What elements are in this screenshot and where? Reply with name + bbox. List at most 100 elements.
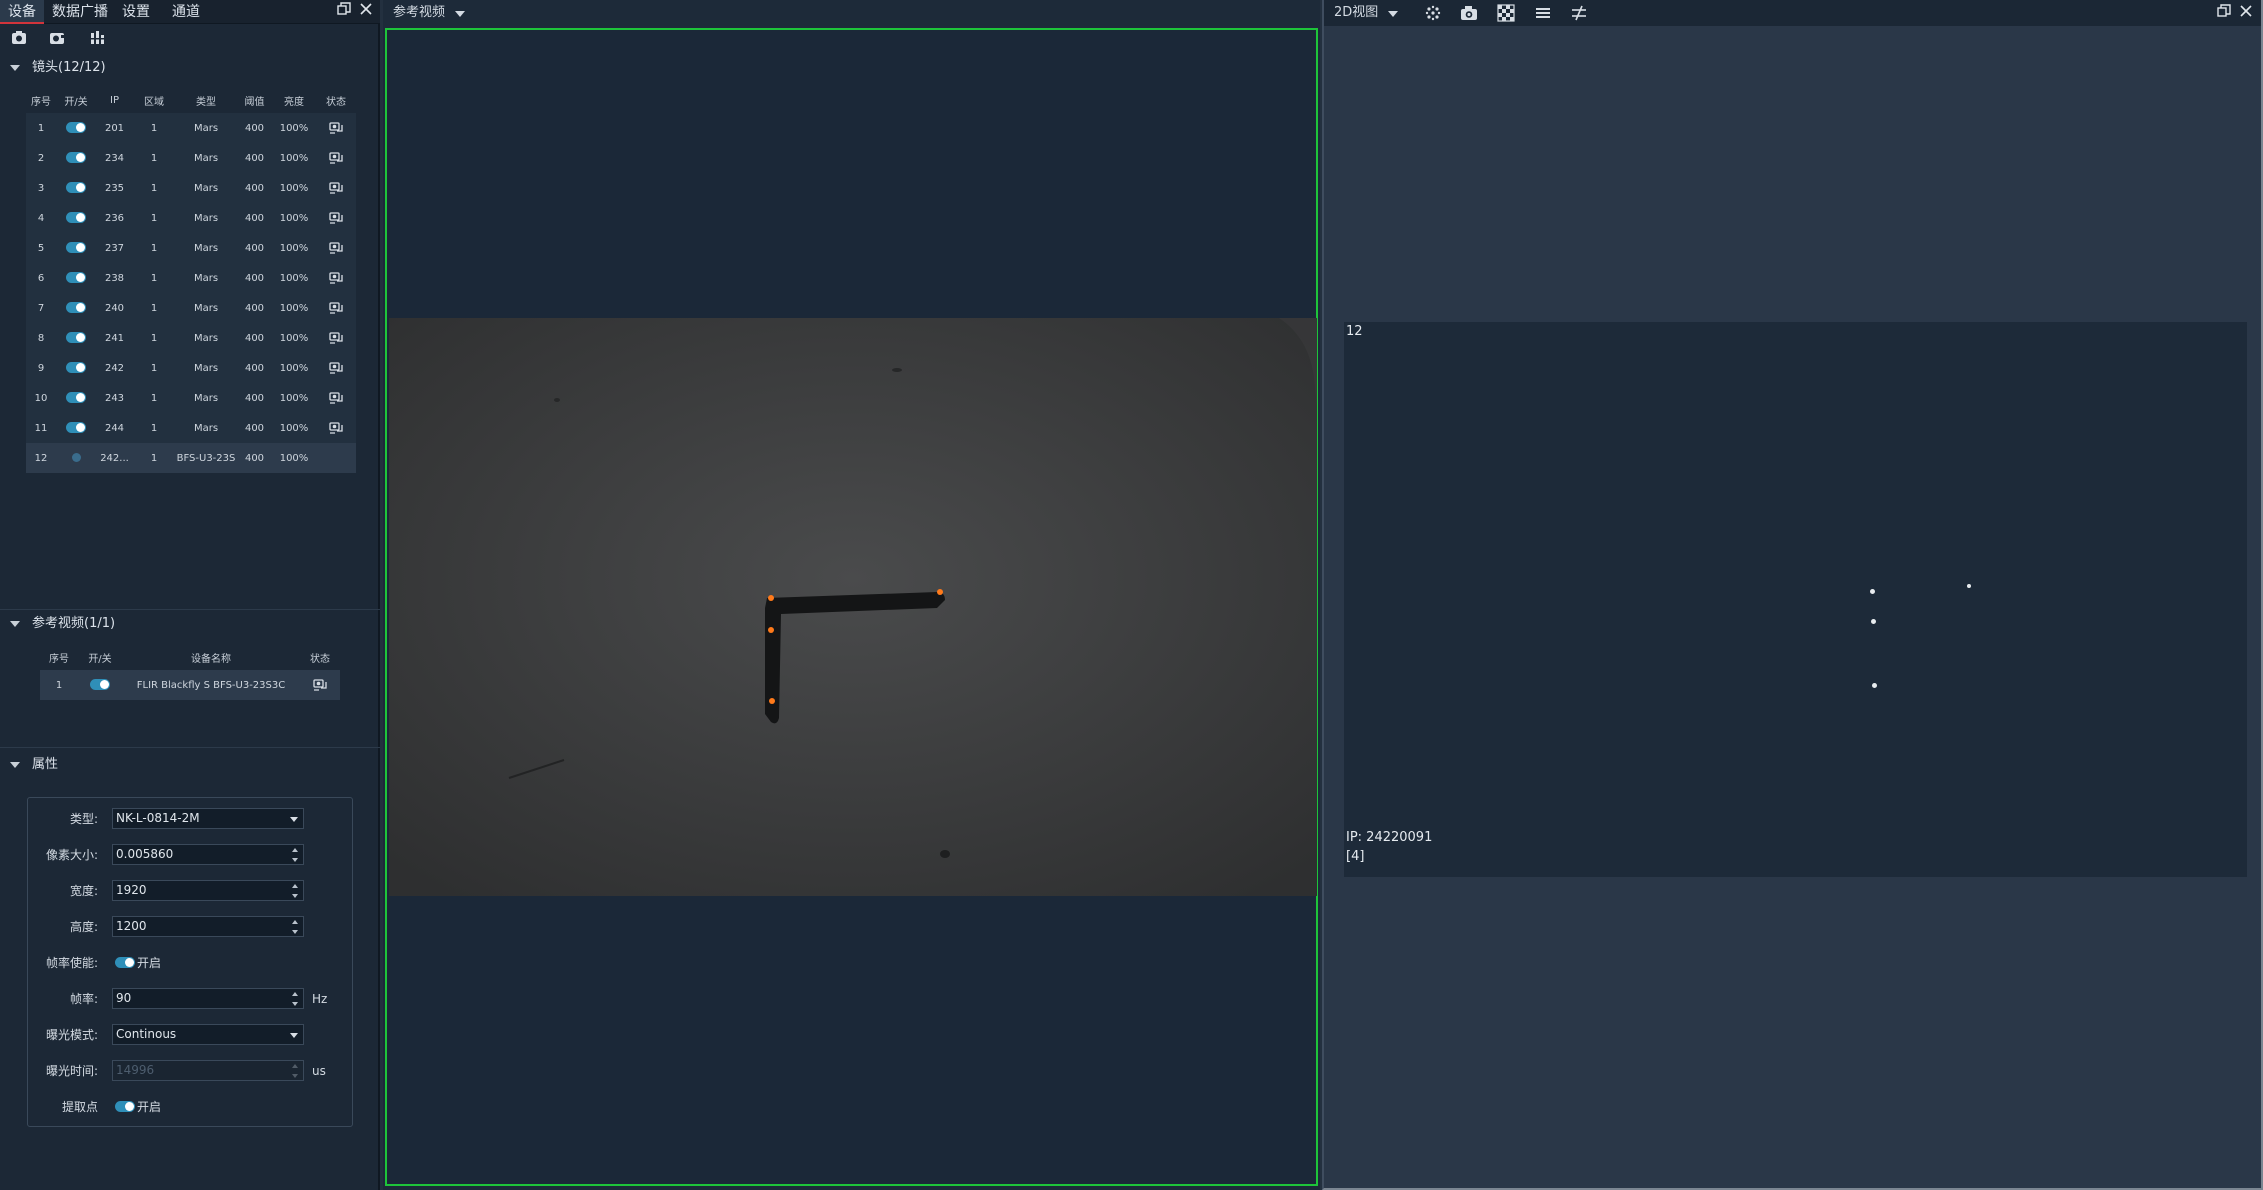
close-icon[interactable] (357, 2, 375, 20)
pixel-size-spinbox[interactable]: 0.005860 (112, 844, 304, 865)
onoff-toggle[interactable] (66, 422, 86, 434)
extract-points-toggle[interactable] (115, 1101, 135, 1112)
tab-settings[interactable]: 设置 (116, 0, 156, 24)
table-row[interactable]: 10 243 1 Mars 400 100% (26, 383, 356, 413)
spin-arrows-icon[interactable] (292, 991, 300, 1007)
connected-icon (328, 241, 344, 255)
spin-arrows-icon[interactable] (292, 883, 300, 899)
onoff-toggle[interactable] (66, 182, 86, 194)
width-spinbox[interactable]: 1920 (112, 880, 304, 901)
exposure-mode-select[interactable]: Continous (112, 1024, 304, 1045)
prop-type-label: 类型: (69, 812, 98, 826)
connected-icon (328, 181, 344, 195)
video-viewport[interactable] (385, 28, 1318, 1186)
onoff-toggle[interactable] (66, 362, 86, 374)
row-threshold: 400 (244, 152, 265, 164)
table-row[interactable]: 1 201 1 Mars 400 100% (26, 113, 356, 143)
row-type: Mars (193, 332, 219, 344)
table-row[interactable]: 9 242 1 Mars 400 100% (26, 353, 356, 383)
lens-type-select[interactable]: NK-L-0814-2M (112, 808, 304, 829)
row-ip: 244 (104, 422, 125, 434)
row-ip: 201 (104, 122, 125, 134)
table-row[interactable]: 5 237 1 Mars 400 100% (26, 233, 356, 263)
grid-checker-icon[interactable] (1497, 4, 1517, 22)
table-row[interactable]: 11 244 1 Mars 400 100% (26, 413, 356, 443)
prop-width-row: 宽度: 1920 (0, 880, 360, 902)
onoff-toggle[interactable] (90, 679, 110, 691)
view-id-label: 12 (1346, 324, 1363, 339)
row-threshold: 400 (244, 212, 265, 224)
row-brightness: 100% (279, 212, 309, 224)
table-row[interactable]: 2 234 1 Mars 400 100% (26, 143, 356, 173)
detected-point (1870, 589, 1875, 594)
row-threshold: 400 (244, 182, 265, 194)
row-status (316, 233, 356, 263)
table-row[interactable]: 8 241 1 Mars 400 100% (26, 323, 356, 353)
tab-data-broadcast[interactable]: 数据广播 (48, 0, 112, 24)
video-source-dropdown[interactable]: 参考视频 (393, 0, 445, 26)
prop-exposure-mode-row: 曝光模式: Continous (0, 1024, 360, 1046)
height-spinbox[interactable]: 1200 (112, 916, 304, 937)
row-no: 9 (37, 362, 45, 374)
row-ip: 241 (104, 332, 125, 344)
prop-exposure-mode-label: 曝光模式: (45, 1028, 98, 1042)
row-threshold: 400 (244, 272, 265, 284)
center-header: 参考视频 (383, 0, 1320, 26)
scatter-points-icon[interactable] (1424, 4, 1444, 22)
restore-icon[interactable] (2217, 4, 2231, 22)
prop-height-label: 高度: (69, 920, 98, 934)
table-row[interactable]: 7 240 1 Mars 400 100% (26, 293, 356, 323)
table-row[interactable]: 1 FLIR Blackfly S BFS-U3-23S3C (40, 670, 340, 700)
onoff-toggle[interactable] (66, 302, 86, 314)
onoff-toggle[interactable] (66, 272, 86, 284)
camera-2d-view[interactable]: 12 IP: 24220091 [4] (1344, 322, 2247, 877)
connected-icon (328, 121, 344, 135)
row-onoff (56, 443, 96, 473)
onoff-toggle[interactable] (66, 242, 86, 254)
row-type: Mars (193, 362, 219, 374)
row-ip: 243 (104, 392, 125, 404)
row-onoff (56, 233, 96, 263)
close-icon[interactable] (2239, 4, 2253, 22)
snapshot-camera-icon[interactable] (1460, 4, 1480, 22)
ref-video-section-header[interactable]: 参考视频(1/1) (0, 612, 380, 636)
onoff-toggle[interactable] (66, 332, 86, 344)
onoff-toggle[interactable] (66, 122, 86, 134)
detected-point (1871, 619, 1876, 624)
onoff-toggle[interactable] (66, 152, 86, 164)
chevron-down-icon[interactable] (1388, 11, 1398, 17)
spin-arrows-icon[interactable] (292, 847, 300, 863)
row-type: Mars (193, 302, 219, 314)
prop-fps-label: 帧率: (69, 992, 98, 1006)
table-row[interactable]: 3 235 1 Mars 400 100% (26, 173, 356, 203)
onoff-toggle[interactable] (66, 392, 86, 404)
onoff-toggle[interactable] (66, 212, 86, 224)
row-zone: 1 (150, 122, 158, 134)
row-onoff (56, 143, 96, 173)
menu-lines-icon[interactable] (1534, 4, 1554, 22)
onoff-indicator[interactable] (71, 453, 81, 462)
camera-icon[interactable] (10, 30, 30, 48)
table-row[interactable]: 6 238 1 Mars 400 100% (26, 263, 356, 293)
bars-icon[interactable] (88, 30, 108, 48)
fps-enable-toggle[interactable] (115, 957, 135, 968)
spin-arrows-icon[interactable] (292, 919, 300, 935)
tab-channel[interactable]: 通道 (166, 0, 206, 24)
restore-icon[interactable] (335, 2, 353, 20)
chevron-down-icon[interactable] (455, 11, 465, 17)
view-mode-dropdown[interactable]: 2D视图 (1334, 0, 1378, 26)
video-camera-icon[interactable] (48, 30, 68, 48)
table-row[interactable]: 12 242... 1 BFS-U3-23S 400 100% (26, 443, 356, 473)
row-status (316, 293, 356, 323)
properties-section-header[interactable]: 属性 (0, 753, 380, 777)
tab-devices[interactable]: 设备 (0, 0, 44, 24)
col-status: 状态 (326, 96, 346, 108)
fps-spinbox[interactable]: 90 (112, 988, 304, 1009)
cameras-section-header[interactable]: 镜头(12/12) (0, 56, 380, 80)
row-ip: 236 (104, 212, 125, 224)
table-row[interactable]: 4 236 1 Mars 400 100% (26, 203, 356, 233)
row-onoff (56, 173, 96, 203)
section-divider (0, 747, 380, 748)
not-equal-icon[interactable] (1570, 4, 1590, 22)
connected-icon (328, 301, 344, 315)
